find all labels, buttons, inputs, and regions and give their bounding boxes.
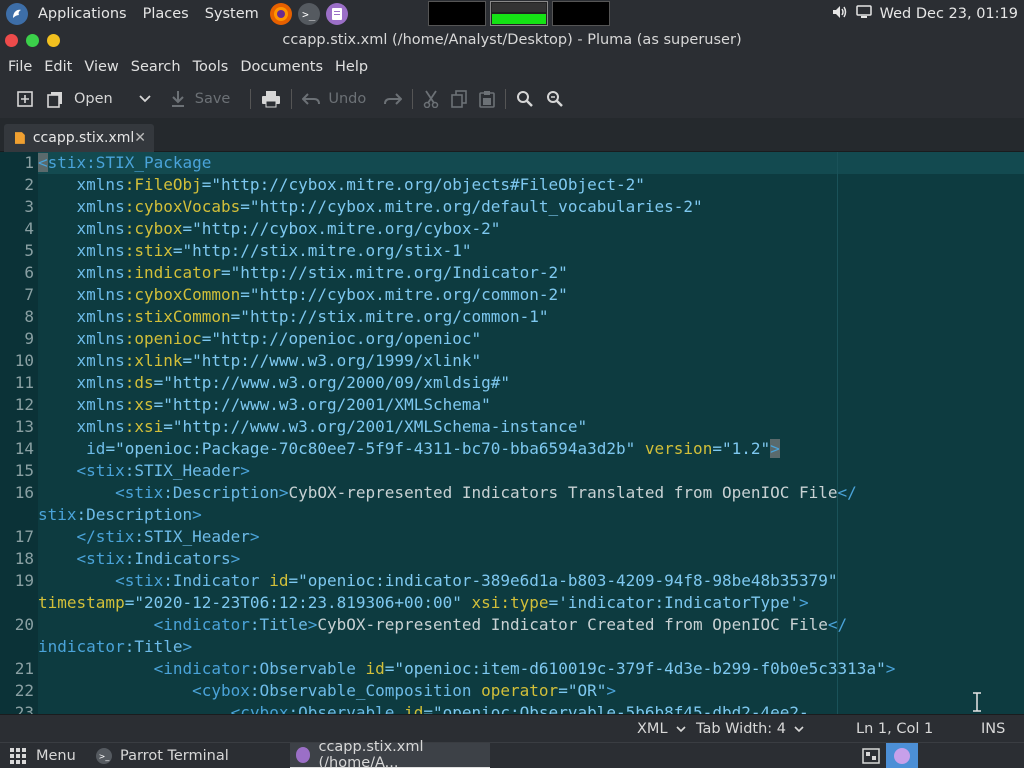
bottom-panel: Menu >_ Parrot Terminal ccapp.stix.xml (… bbox=[0, 739, 1024, 768]
redo-button[interactable] bbox=[378, 84, 408, 114]
find-button[interactable] bbox=[510, 84, 540, 114]
tab-ccapp-stix-xml[interactable]: ccapp.stix.xml ✕ bbox=[4, 124, 154, 152]
menu-bar: File Edit View Search Tools Documents He… bbox=[0, 54, 1024, 80]
undo-label: Undo bbox=[328, 91, 367, 107]
menu-documents[interactable]: Documents bbox=[234, 59, 329, 75]
print-button[interactable] bbox=[255, 84, 287, 114]
window-titlebar[interactable]: ccapp.stix.xml (/home/Analyst/Desktop) -… bbox=[0, 28, 1024, 54]
search-replace-icon bbox=[547, 91, 564, 107]
taskbar-item-terminal[interactable]: >_ Parrot Terminal bbox=[96, 743, 282, 768]
system-menu[interactable]: System bbox=[197, 0, 267, 28]
paste-icon bbox=[479, 91, 496, 108]
toolbar-separator bbox=[505, 89, 507, 109]
menu-file[interactable]: File bbox=[2, 59, 38, 75]
cut-icon bbox=[423, 90, 439, 108]
toolbar: Open Save Undo bbox=[0, 80, 1024, 118]
firefox-icon[interactable] bbox=[269, 3, 292, 25]
close-tab-icon[interactable]: ✕ bbox=[134, 130, 146, 146]
menu-label: Menu bbox=[36, 748, 76, 764]
save-icon bbox=[171, 91, 184, 107]
text-editor-icon bbox=[296, 747, 311, 763]
chevron-down-icon bbox=[794, 725, 804, 732]
redo-icon bbox=[384, 93, 403, 105]
status-bar: XML Tab Width: 4 Ln 1, Col 1 INS bbox=[0, 714, 1024, 742]
menu-edit[interactable]: Edit bbox=[38, 59, 78, 75]
print-icon bbox=[262, 91, 281, 108]
tab-width-selector[interactable]: Tab Width: 4 bbox=[696, 721, 804, 737]
open-icon bbox=[47, 92, 62, 108]
cursor-position: Ln 1, Col 1 bbox=[856, 721, 934, 737]
open-label: Open bbox=[74, 91, 113, 107]
insert-mode: INS bbox=[981, 721, 1006, 737]
active-window-indicator[interactable] bbox=[886, 743, 918, 768]
taskbar-item-pluma[interactable]: ccapp.stix.xml (/home/A... bbox=[290, 739, 490, 768]
terminal-icon: >_ bbox=[96, 748, 112, 764]
language-label: XML bbox=[637, 721, 668, 737]
menu-search[interactable]: Search bbox=[125, 59, 187, 75]
toolbar-separator bbox=[412, 89, 414, 109]
undo-icon bbox=[302, 93, 321, 105]
tab-label: ccapp.stix.xml bbox=[32, 130, 135, 146]
new-document-icon bbox=[17, 91, 33, 107]
cut-button[interactable] bbox=[417, 84, 445, 114]
system-tray: Wed Dec 23, 01:19 bbox=[832, 0, 1024, 28]
search-icon bbox=[517, 91, 534, 107]
taskbar-label: ccapp.stix.xml (/home/A... bbox=[318, 739, 424, 768]
menu-help[interactable]: Help bbox=[329, 59, 374, 75]
text-editor-icon[interactable] bbox=[325, 3, 348, 25]
chevron-down-icon bbox=[139, 95, 151, 103]
window-title: ccapp.stix.xml (/home/Analyst/Desktop) -… bbox=[282, 32, 742, 48]
open-recent-dropdown[interactable] bbox=[133, 84, 157, 114]
menu-tools[interactable]: Tools bbox=[187, 59, 235, 75]
copy-button[interactable] bbox=[445, 84, 473, 114]
workspace-2[interactable] bbox=[490, 1, 548, 26]
workspace-applet-icon[interactable] bbox=[862, 743, 880, 768]
find-replace-button[interactable] bbox=[540, 84, 570, 114]
save-label: Save bbox=[194, 91, 231, 107]
applications-menu[interactable]: Applications bbox=[30, 0, 135, 28]
copy-icon bbox=[451, 90, 468, 108]
places-menu[interactable]: Places bbox=[135, 0, 197, 28]
workspace-1[interactable] bbox=[428, 1, 486, 26]
menu-view[interactable]: View bbox=[78, 59, 124, 75]
workspace-3[interactable] bbox=[552, 1, 610, 26]
open-button[interactable]: Open bbox=[40, 84, 119, 114]
language-selector[interactable]: XML bbox=[637, 721, 686, 737]
new-document-button[interactable] bbox=[10, 84, 40, 114]
main-menu-button[interactable]: Menu bbox=[10, 743, 76, 768]
document-tabbar: ccapp.stix.xml ✕ bbox=[0, 118, 1024, 152]
document-icon bbox=[14, 132, 25, 144]
toolbar-separator bbox=[291, 89, 293, 109]
paste-button[interactable] bbox=[473, 84, 501, 114]
text-cursor-icon bbox=[972, 692, 982, 714]
tab-width-label: Tab Width: 4 bbox=[696, 721, 787, 737]
taskbar-label: Parrot Terminal bbox=[120, 748, 229, 764]
chevron-down-icon bbox=[675, 725, 686, 732]
workspace-switcher bbox=[428, 1, 610, 26]
toolbar-separator bbox=[250, 89, 252, 109]
undo-button[interactable]: Undo bbox=[296, 84, 372, 114]
volume-icon[interactable] bbox=[832, 5, 848, 23]
text-editor-icon bbox=[894, 748, 910, 764]
text-editor[interactable]: 1 <stix:STIX_Package 2 xmlns:FileObj="htt… bbox=[0, 152, 1024, 714]
display-icon[interactable] bbox=[855, 5, 872, 23]
save-button[interactable]: Save bbox=[165, 84, 237, 114]
grid-icon bbox=[10, 748, 26, 764]
terminal-icon[interactable]: >_ bbox=[297, 3, 320, 25]
top-panel: Applications Places System >_ Wed Dec 23… bbox=[0, 0, 1024, 28]
clock[interactable]: Wed Dec 23, 01:19 bbox=[880, 6, 1018, 22]
parrot-logo-icon[interactable] bbox=[6, 3, 28, 25]
